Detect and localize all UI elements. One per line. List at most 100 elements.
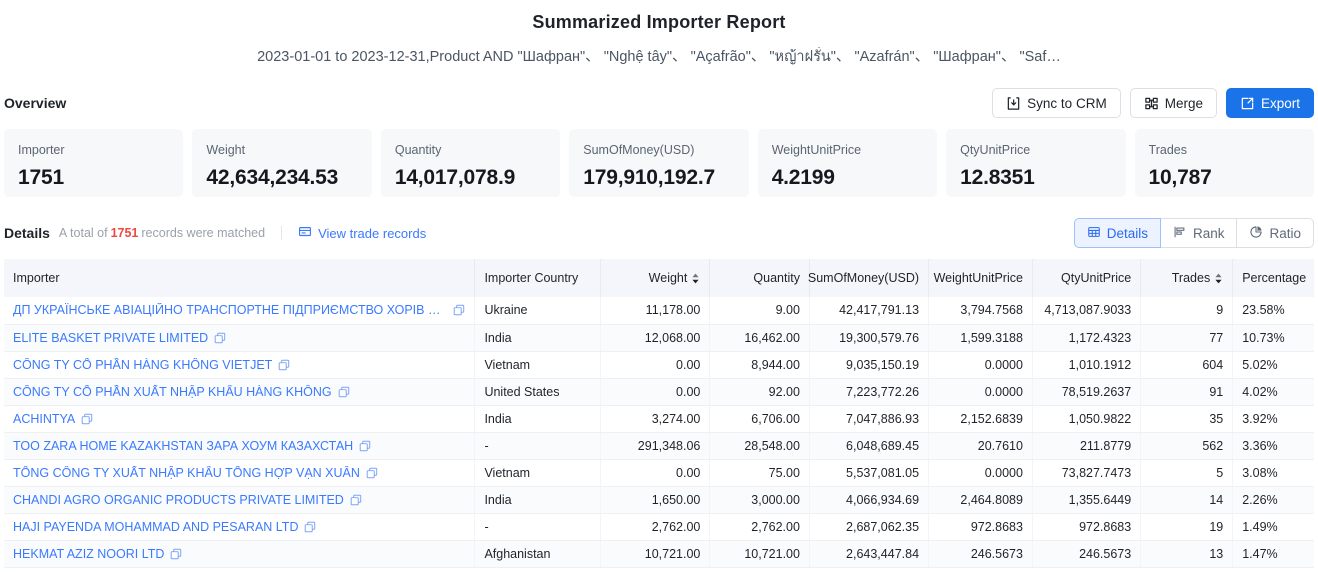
stat-card-value: 179,910,192.7 (583, 166, 715, 189)
export-button[interactable]: Export (1225, 88, 1314, 118)
cell-quantity: 92.00 (709, 378, 810, 406)
cell-trades: 13 (1140, 540, 1234, 568)
column-header-label: Importer Country (484, 270, 579, 285)
cell-weight: 0.00 (600, 378, 711, 406)
pie-icon (1249, 225, 1263, 242)
cell-country: India (474, 486, 602, 514)
copy-icon[interactable] (304, 521, 316, 533)
divider (281, 226, 283, 240)
tab-details-label: Details (1106, 225, 1148, 241)
cell-wup: 2,152.6839 (928, 405, 1033, 433)
sync-to-crm-button[interactable]: Sync to CRM (992, 88, 1121, 118)
export-icon (1240, 96, 1255, 111)
sort-icon[interactable] (1214, 273, 1223, 284)
view-trade-records-link[interactable]: View trade records (298, 225, 426, 242)
cell-summoney: 42,417,791.13 (809, 297, 930, 325)
cell-summoney: 2,643,447.84 (809, 540, 930, 568)
cell-qup: 1,010.1912 (1032, 351, 1142, 379)
cell-wup: 972.8683 (928, 513, 1033, 541)
cell-importer: CÔNG TY CỔ PHẦN XUẤT NHẬP KHẨU HÀNG KHÔN… (4, 378, 476, 406)
importer-cell: CÔNG TY CỔ PHẦN HÀNG KHÔNG VIETJET (13, 358, 465, 372)
cell-importer: CÔNG TY CỔ PHẦN HÀNG KHÔNG VIETJET (4, 351, 476, 379)
importer-name-link[interactable]: HAJI PAYENDA MOHAMMAD AND PESARAN LTD (13, 520, 298, 534)
cell-importer: ДП УКРАЇНСЬКЕ АВІАЦІЙНО ТРАНСПОРТНЕ ПІДП… (4, 297, 476, 325)
copy-icon[interactable] (366, 467, 378, 479)
stat-card-title: Importer (18, 143, 65, 157)
importer-name-link[interactable]: ДП УКРАЇНСЬКЕ АВІАЦІЙНО ТРАНСПОРТНЕ ПІДП… (13, 303, 447, 317)
details-record-count: 1751 (110, 226, 139, 240)
sort-icon[interactable] (691, 273, 700, 284)
cell-country: Vietnam (474, 351, 602, 379)
cell-summoney: 7,047,886.93 (809, 405, 930, 433)
cell-quantity: 16,462.00 (709, 324, 810, 352)
column-header-weight[interactable]: Weight (600, 259, 711, 297)
importer-name-link[interactable]: HEKMAT AZIZ NOORI LTD (13, 547, 164, 561)
view-trade-records-label: View trade records (318, 225, 427, 241)
cell-quantity: 8,944.00 (709, 351, 810, 379)
cell-importer: ACHINTYA (4, 405, 476, 433)
column-header-trades[interactable]: Trades (1140, 259, 1234, 297)
cell-importer: TỔNG CÔNG TY XUẤT NHẬP KHẨU TỔNG HỢP VẠN… (4, 459, 476, 487)
tab-ratio[interactable]: Ratio (1237, 218, 1314, 248)
copy-icon[interactable] (214, 332, 226, 344)
table-body: ДП УКРАЇНСЬКЕ АВІАЦІЙНО ТРАНСПОРТНЕ ПІДП… (4, 297, 1314, 568)
details-heading: Details (4, 225, 50, 241)
copy-icon[interactable] (359, 440, 371, 452)
cell-wup: 3,794.7568 (928, 297, 1033, 325)
cell-quantity: 10,721.00 (709, 540, 810, 568)
stat-cards: Importer 1751 Weight 42,634,234.53 Quantity 1… (0, 129, 1318, 197)
table-row: HAJI PAYENDA MOHAMMAD AND PESARAN LTD -2,… (4, 513, 1314, 541)
copy-icon[interactable] (338, 386, 350, 398)
column-header-label: QtyUnitPrice (1061, 270, 1132, 285)
importer-name-link[interactable]: CÔNG TY CỔ PHẦN HÀNG KHÔNG VIETJET (13, 358, 272, 372)
overview-bar: Overview Sync to CRM Merge Export (0, 88, 1318, 118)
table-row: TOO ZARA HOME KAZAKHSTAN ЗАРА ХОУМ КАЗАХ… (4, 432, 1314, 460)
cell-quantity: 6,706.00 (709, 405, 810, 433)
importer-name-link[interactable]: TOO ZARA HOME KAZAKHSTAN ЗАРА ХОУМ КАЗАХ… (13, 439, 353, 453)
merge-button[interactable]: Merge (1129, 88, 1217, 118)
cell-summoney: 5,537,081.05 (809, 459, 930, 487)
importer-name-link[interactable]: ELITE BASKET PRIVATE LIMITED (13, 331, 208, 345)
cell-weight: 3,274.00 (600, 405, 711, 433)
column-header-summoney: SumOfMoney(USD) (807, 259, 930, 297)
copy-icon[interactable] (278, 359, 290, 371)
importer-name-link[interactable]: CHANDI AGRO ORGANIC PRODUCTS PRIVATE LIM… (13, 493, 344, 507)
importer-cell: TOO ZARA HOME KAZAKHSTAN ЗАРА ХОУМ КАЗАХ… (13, 439, 465, 453)
stat-card-value: 1751 (18, 166, 64, 189)
cell-weight: 0.00 (600, 351, 711, 379)
cell-qup: 73,827.7473 (1032, 459, 1142, 487)
stat-card-title: Trades (1148, 143, 1187, 157)
importer-cell: HAJI PAYENDA MOHAMMAD AND PESARAN LTD (13, 520, 465, 534)
overview-label: Overview (4, 95, 67, 111)
cell-weight: 2,762.00 (600, 513, 711, 541)
copy-icon[interactable] (350, 494, 362, 506)
tab-rank[interactable]: Rank (1160, 218, 1238, 248)
importer-cell: ДП УКРАЇНСЬКЕ АВІАЦІЙНО ТРАНСПОРТНЕ ПІДП… (13, 303, 465, 317)
cell-trades: 604 (1140, 351, 1234, 379)
importer-cell: CHANDI AGRO ORGANIC PRODUCTS PRIVATE LIM… (13, 493, 465, 507)
cell-quantity: 28,548.00 (709, 432, 810, 460)
importer-cell: HEKMAT AZIZ NOORI LTD (13, 547, 465, 561)
tab-details[interactable]: Details (1073, 218, 1161, 248)
importer-name-link[interactable]: TỔNG CÔNG TY XUẤT NHẬP KHẨU TỔNG HỢP VẠN… (13, 466, 360, 480)
column-header-quantity: Quantity (709, 259, 810, 297)
cell-quantity: 75.00 (709, 459, 810, 487)
cell-qup: 246.5673 (1032, 540, 1142, 568)
table-row: ELITE BASKET PRIVATE LIMITED India 12,068.… (4, 324, 1314, 352)
records-icon (298, 225, 312, 242)
cell-wup: 2,464.8089 (928, 486, 1033, 514)
importer-cell: ELITE BASKET PRIVATE LIMITED (13, 331, 465, 345)
copy-icon[interactable] (81, 413, 93, 425)
column-header-label: Quantity (753, 270, 800, 285)
cell-trades: 19 (1140, 513, 1234, 541)
copy-icon[interactable] (453, 304, 465, 316)
importer-name-link[interactable]: CÔNG TY CỔ PHẦN XUẤT NHẬP KHẨU HÀNG KHÔN… (13, 385, 332, 399)
cell-country: United States (474, 378, 602, 406)
cell-pct: 3.08% (1232, 459, 1314, 487)
copy-icon[interactable] (170, 548, 182, 560)
column-header-label: SumOfMoney(USD) (807, 270, 920, 285)
cell-wup: 20.7610 (928, 432, 1033, 460)
cell-summoney: 9,035,150.19 (809, 351, 930, 379)
stat-card: Quantity 14,017,078.9 (380, 129, 561, 197)
importer-name-link[interactable]: ACHINTYA (13, 412, 75, 426)
